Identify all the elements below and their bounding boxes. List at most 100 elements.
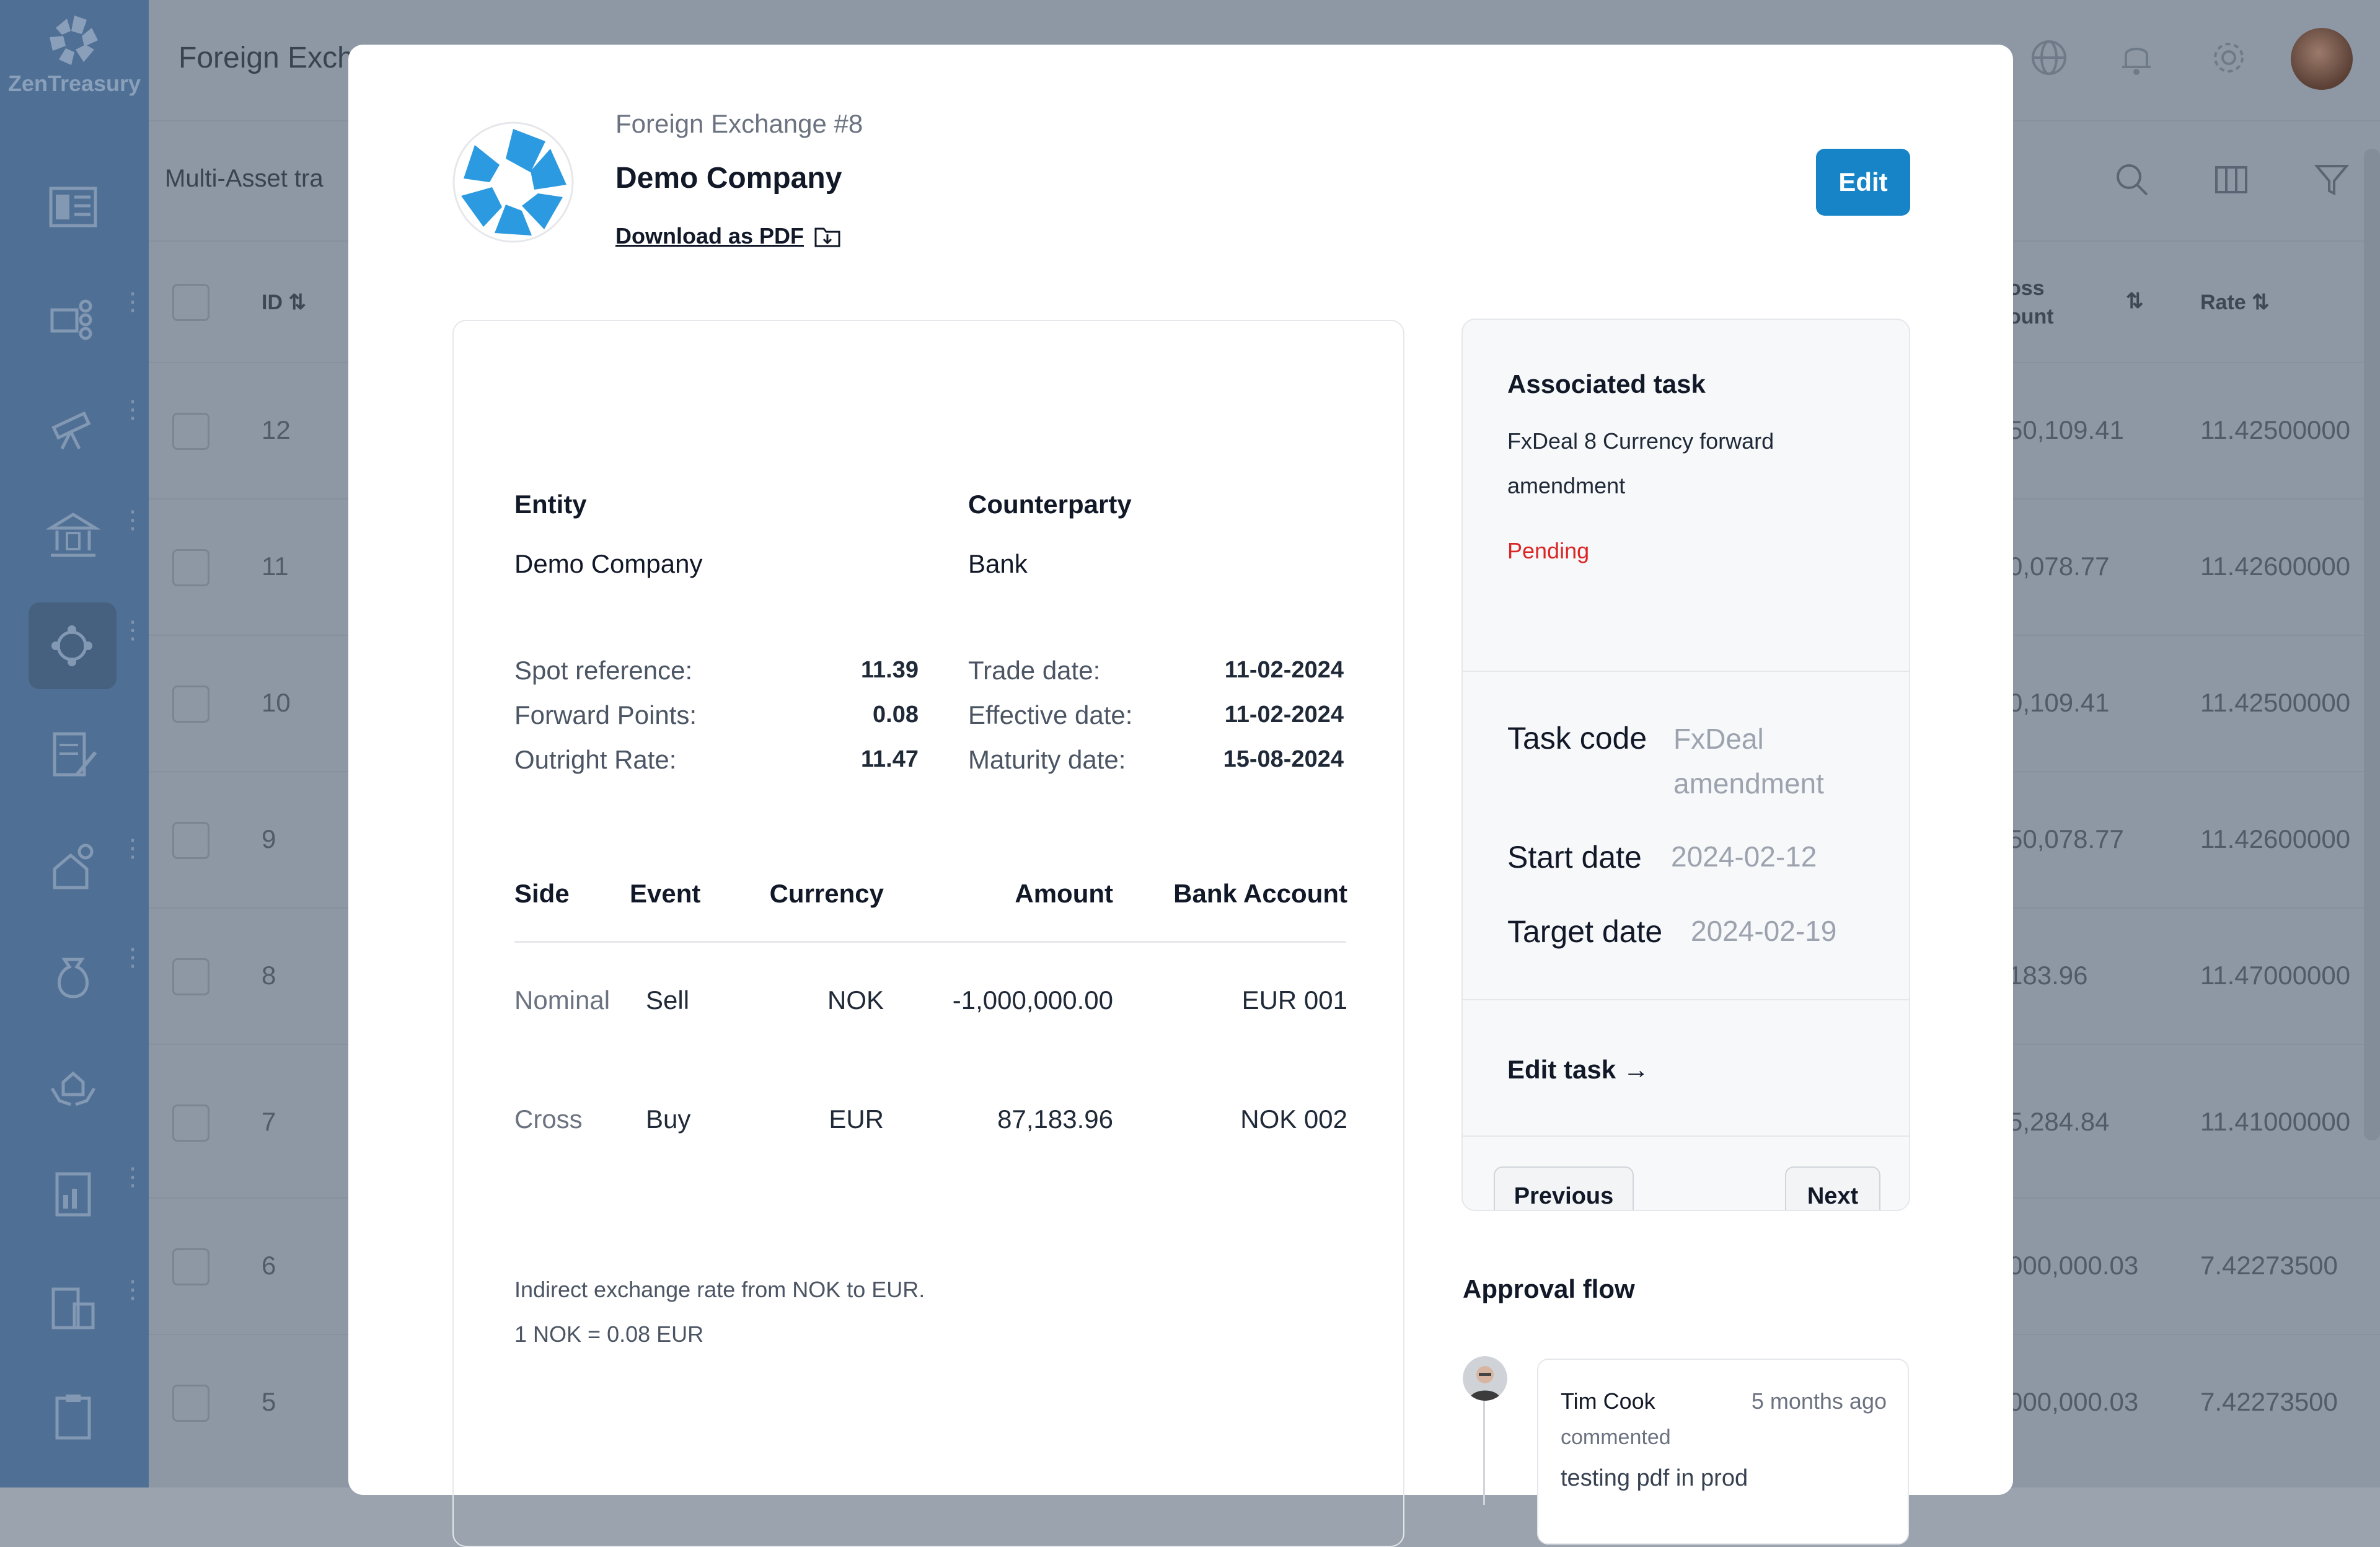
scrollbar[interactable] <box>2364 149 2380 1140</box>
bank-icon <box>46 513 100 557</box>
document-edit-icon <box>53 732 97 777</box>
edit-task-link[interactable]: Edit task → <box>1507 1055 1649 1085</box>
target-date-label: Target date <box>1507 914 1663 949</box>
column-rate[interactable]: Rate ⇅ <box>2200 290 2270 315</box>
row-checkbox[interactable] <box>172 685 209 723</box>
download-pdf-link[interactable]: Download as PDF <box>615 223 841 249</box>
column-side: Side <box>514 879 570 908</box>
nav-property[interactable] <box>30 822 117 909</box>
nav-reports-menu-icon[interactable]: ⋮ <box>120 1165 145 1189</box>
columns-icon[interactable] <box>2211 160 2251 200</box>
nav-fx-menu-icon[interactable]: ⋮ <box>120 618 145 643</box>
trade-date-label: Trade date: <box>968 656 1101 685</box>
nav-guarantees[interactable] <box>30 1041 117 1128</box>
nav-clipboard[interactable] <box>30 1372 117 1459</box>
column-gross-amount[interactable]: oss ount <box>2008 274 2054 331</box>
row-rate: 11.42500000 <box>2200 415 2351 444</box>
row-amount: 50,078.77 <box>2008 824 2124 853</box>
row-amount: 50,109.41 <box>2008 415 2124 444</box>
nav-dashboard[interactable] <box>30 164 117 250</box>
commenter-avatar <box>1463 1356 1507 1401</box>
fx-detail-modal: Foreign Exchange #8 Demo Company Downloa… <box>348 45 2013 1547</box>
rate-conversion: 1 NOK = 0.08 EUR <box>514 1321 704 1347</box>
row-id: 9 <box>262 824 276 853</box>
select-all-checkbox[interactable] <box>172 284 209 321</box>
sort-icon[interactable]: ⇅ <box>2126 289 2144 314</box>
row-bank-account: EUR 001 <box>1241 985 1347 1015</box>
next-button[interactable]: Next <box>1785 1166 1880 1210</box>
approval-flow-title: Approval flow <box>1463 1274 1635 1303</box>
effective-date-value: 11-02-2024 <box>1224 702 1344 728</box>
row-rate: 7.42273500 <box>2200 1387 2338 1416</box>
forward-points-value: 0.08 <box>873 702 919 728</box>
row-amount: 183.96 <box>2008 961 2088 990</box>
nav-funds[interactable] <box>30 931 117 1018</box>
search-icon[interactable] <box>2112 160 2152 200</box>
column-id[interactable]: ID ⇅ <box>262 290 306 315</box>
telescope-icon <box>51 411 91 450</box>
row-id: 7 <box>262 1107 276 1136</box>
row-id: 8 <box>262 961 276 990</box>
filter-icon[interactable] <box>2312 160 2351 200</box>
nav-fx-active[interactable] <box>29 602 117 689</box>
associated-task-panel: Associated task FxDeal 8 Currency forwar… <box>1461 319 1910 1211</box>
money-bag-icon <box>58 958 89 998</box>
row-amount: 0,078.77 <box>2008 552 2110 581</box>
row-id: 11 <box>262 552 289 581</box>
row-checkbox[interactable] <box>172 549 209 586</box>
divider <box>1463 999 1909 1000</box>
gear-icon[interactable] <box>2207 36 2250 79</box>
nav-accounts[interactable] <box>30 275 117 362</box>
bell-icon[interactable] <box>2115 36 2158 79</box>
row-rate: 7.42273500 <box>2200 1251 2338 1280</box>
divider <box>1463 1135 1909 1137</box>
spot-reference-value: 11.39 <box>861 657 919 683</box>
nav-forecast[interactable] <box>30 383 117 470</box>
sidebar: ZenTreasury ⋮ ⋮ ⋮ ⋮ ⋮ ⋮ ⋮ ⋮ <box>0 0 149 1488</box>
folder-download-icon <box>814 227 840 247</box>
task-code-label: Task code <box>1507 721 1647 756</box>
download-pdf-label: Download as PDF <box>615 223 804 249</box>
spot-reference-label: Spot reference: <box>514 656 693 685</box>
fx-details-card: Entity Demo Company Counterparty Bank Sp… <box>452 320 1404 1547</box>
effective-date-label: Effective date: <box>968 700 1133 729</box>
trade-date-value: 11-02-2024 <box>1224 657 1344 683</box>
dashboard-icon <box>49 187 97 227</box>
nav-calculator[interactable] <box>30 1263 117 1350</box>
hands-house-icon <box>50 1071 96 1106</box>
nav-accounts-menu-icon[interactable]: ⋮ <box>120 289 145 314</box>
record-reference: Foreign Exchange #8 <box>615 109 863 138</box>
comment-text: testing pdf in prod <box>1561 1465 1748 1491</box>
row-event: Buy <box>646 1104 691 1134</box>
previous-button[interactable]: Previous <box>1494 1166 1634 1210</box>
row-amount: 000,000.03 <box>2008 1387 2139 1416</box>
zentreasury-logo-icon <box>50 15 98 65</box>
user-avatar[interactable] <box>2291 28 2353 90</box>
company-title: Demo Company <box>615 162 842 195</box>
nav-banks-menu-icon[interactable]: ⋮ <box>120 508 145 532</box>
row-checkbox[interactable] <box>172 1385 209 1422</box>
nav-banks[interactable] <box>30 492 117 579</box>
row-checkbox[interactable] <box>172 413 209 450</box>
row-checkbox[interactable] <box>172 958 209 995</box>
nav-documents[interactable] <box>30 712 117 798</box>
globe-icon[interactable] <box>2027 36 2071 79</box>
entity-value: Demo Company <box>514 549 703 578</box>
edit-button[interactable]: Edit <box>1816 149 1910 216</box>
nav-funds-menu-icon[interactable]: ⋮ <box>120 945 145 970</box>
row-checkbox[interactable] <box>172 1104 209 1142</box>
start-date-label: Start date <box>1507 840 1642 875</box>
brand-name: ZenTreasury <box>7 71 141 96</box>
nav-calculator-menu-icon[interactable]: ⋮ <box>120 1277 145 1302</box>
clipboard-icon <box>55 1395 91 1440</box>
row-event: Sell <box>646 985 690 1015</box>
nav-reports[interactable] <box>30 1150 117 1237</box>
nav-property-menu-icon[interactable]: ⋮ <box>120 836 145 861</box>
row-checkbox[interactable] <box>172 1248 209 1285</box>
brand[interactable]: ZenTreasury <box>0 12 149 97</box>
nav-forecast-menu-icon[interactable]: ⋮ <box>120 397 145 422</box>
row-rate: 11.42600000 <box>2200 552 2351 581</box>
accounts-icon <box>50 299 92 340</box>
rate-note: Indirect exchange rate from NOK to EUR. <box>514 1277 925 1302</box>
row-checkbox[interactable] <box>172 822 209 859</box>
